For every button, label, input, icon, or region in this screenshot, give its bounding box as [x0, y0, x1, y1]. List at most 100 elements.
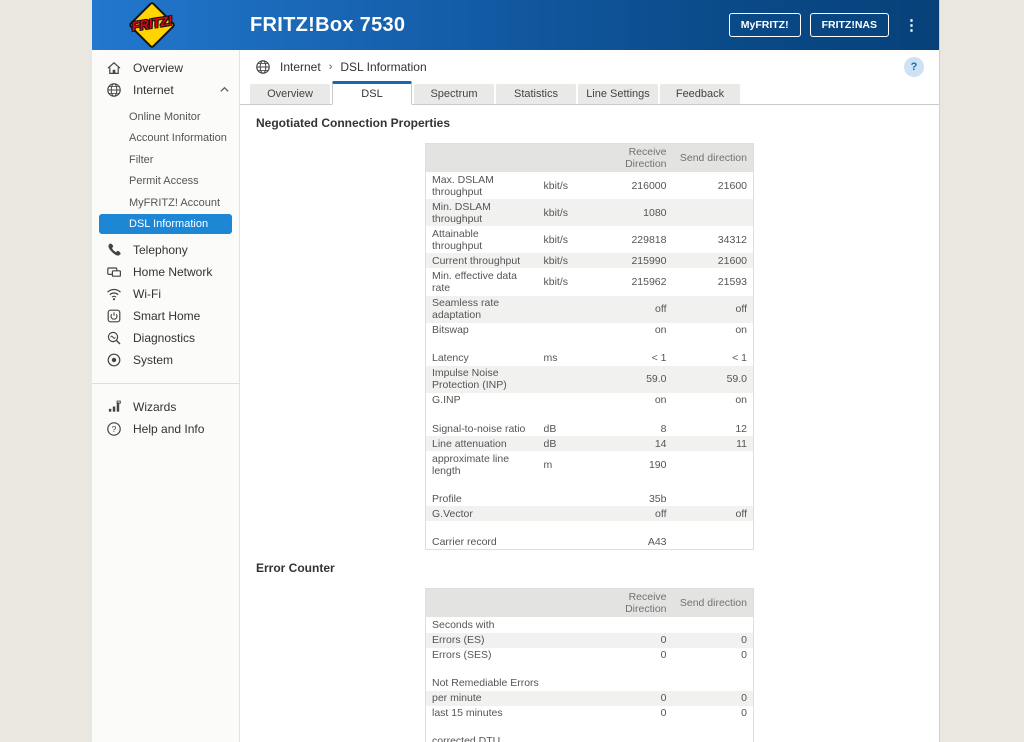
wizards-icon	[106, 399, 122, 415]
sidebar-subitem-permit-access[interactable]: Permit Access	[92, 171, 239, 193]
row-send-value: on	[735, 394, 747, 407]
globe-icon	[106, 82, 122, 98]
sidebar-item-wizards[interactable]: Wizards	[92, 396, 239, 418]
home-icon	[106, 60, 122, 76]
sidebar-subitem-myfritz-account[interactable]: MyFRITZ! Account	[92, 192, 239, 214]
row-unit	[538, 491, 601, 506]
main-content: Internet › DSL Information ? Overview DSL…	[240, 50, 939, 742]
sidebar-item-wi-fi[interactable]: Wi-Fi	[92, 283, 239, 305]
table-row: Signal-to-noise ratio dB 8 12	[426, 421, 754, 436]
row-label: Current throughput	[432, 254, 521, 267]
table-row: corrected DTU	[426, 734, 754, 742]
help-button[interactable]: ?	[904, 56, 924, 77]
row-receive-value: 35b	[648, 492, 667, 505]
row-receive-value: 216000	[631, 179, 667, 192]
sidebar-divider	[92, 382, 239, 384]
tab-overview[interactable]: Overview	[250, 84, 330, 104]
row-label: approximate line length	[432, 452, 510, 477]
row-group-label: Seconds with	[432, 618, 495, 631]
row-send-value: 0	[741, 634, 747, 646]
sidebar-item-label: Help and Info	[133, 421, 205, 436]
row-receive-value: 0	[660, 707, 667, 720]
table-row: per minute 0 0	[425, 690, 754, 706]
table-row: Errors (SES) 0 0	[426, 648, 754, 663]
row-label: Profile	[432, 492, 462, 505]
table-spacer-row	[426, 721, 754, 734]
table-row: Current throughput kbit/s 215990 21600	[425, 253, 754, 269]
column-header-empty	[425, 143, 538, 172]
connection-properties-table: Receive Direction Send direction Max. DSLA…	[425, 143, 754, 551]
row-receive-value: A43	[647, 535, 667, 548]
breadcrumb-item-internet[interactable]: Internet	[280, 60, 321, 74]
row-unit: ms	[543, 352, 558, 365]
row-send-value: 59.0	[726, 373, 747, 386]
help-circle-icon: ?	[106, 421, 122, 437]
column-header-empty	[537, 143, 601, 172]
row-unit	[538, 323, 601, 338]
row-send-value: off	[735, 507, 747, 520]
sidebar-item-overview[interactable]: Overview	[92, 57, 239, 79]
sidebar-subitem-account-information[interactable]: Account Information	[92, 128, 239, 150]
sidebar-item-internet[interactable]: Internet	[92, 79, 239, 101]
kebab-menu-icon[interactable]: ⋮	[898, 18, 923, 33]
row-unit	[538, 506, 601, 521]
tab-feedback[interactable]: Feedback	[660, 84, 740, 104]
row-send-value: 21600	[717, 179, 747, 192]
header-actions: MyFRITZ! FRITZ!NAS ⋮	[728, 13, 939, 37]
table-row: Min. effective data rate kbit/s 215962 2159…	[426, 268, 754, 295]
row-label: G.Vector	[432, 507, 473, 520]
row-group-label: corrected DTU	[432, 735, 501, 742]
row-unit: kbit/s	[543, 254, 569, 267]
row-label: Signal-to-noise ratio	[432, 422, 526, 435]
sidebar-item-label: Internet	[133, 83, 174, 97]
row-send-value	[673, 451, 754, 478]
row-send-value	[673, 491, 754, 506]
column-header-receive-direction: Receive Direction	[600, 143, 673, 172]
sidebar-subitem-dsl-information[interactable]: DSL Information	[99, 213, 232, 234]
row-label: Attainable throughput	[432, 227, 483, 252]
sidebar-item-smart-home[interactable]: Smart Home	[92, 305, 239, 327]
sidebar-item-help-and-info[interactable]: ? Help and Info	[92, 418, 239, 440]
myfritz-button[interactable]: MyFRITZ!	[728, 13, 801, 37]
sidebar-subitem-online-monitor[interactable]: Online Monitor	[92, 106, 239, 128]
tab-dsl[interactable]: DSL	[332, 81, 412, 105]
sidebar-subitem-filter[interactable]: Filter	[92, 149, 239, 171]
row-label: Min. DSLAM throughput	[432, 200, 491, 225]
row-receive-value: 229818	[631, 233, 667, 246]
row-send-value: 0	[741, 707, 747, 720]
tab-line-settings[interactable]: Line Settings	[578, 84, 658, 104]
column-header-send-direction: Send direction	[672, 588, 754, 618]
table-row: Carrier record A43	[426, 534, 754, 550]
fritznas-button[interactable]: FRITZ!NAS	[809, 13, 889, 37]
table-spacer-row	[426, 338, 754, 351]
fritz-logo: FRITZ!	[127, 0, 177, 50]
row-receive-value: 8	[660, 422, 667, 435]
row-label: Impulse Noise Protection (INP)	[432, 367, 507, 392]
row-send-value: 0	[741, 692, 747, 705]
row-receive-value: on	[654, 394, 667, 407]
section-title-negotiated-connection-properties: Negotiated Connection Properties	[256, 116, 451, 130]
row-label: Errors (SES)	[432, 649, 492, 662]
row-receive-value: 0	[660, 649, 667, 662]
app-title: FRITZ!Box 7530	[250, 13, 406, 36]
row-send-value: 12	[735, 422, 747, 435]
row-label: Max. DSLAM throughput	[432, 173, 494, 198]
table-row: last 15 minutes 0 0	[426, 706, 754, 721]
sidebar-item-label: Wizards	[133, 399, 177, 414]
row-unit	[538, 706, 601, 721]
row-unit	[538, 691, 601, 706]
sidebar-item-telephony[interactable]: Telephony	[92, 239, 239, 261]
sidebar-item-diagnostics[interactable]: Diagnostics	[92, 327, 239, 349]
row-label: Carrier record	[432, 535, 497, 548]
diagnostics-icon	[106, 330, 122, 346]
table-row: Min. DSLAM throughput kbit/s 1080	[425, 199, 754, 227]
sidebar-item-home-network[interactable]: Home Network	[92, 261, 239, 283]
sidebar-item-system[interactable]: System	[92, 349, 239, 371]
row-send-value: 21593	[717, 275, 747, 288]
fritzbox-app-window: FRITZ! FRITZ!Box 7530 MyFRITZ! FRITZ!NAS…	[92, 0, 940, 742]
tab-statistics[interactable]: Statistics	[496, 84, 576, 104]
tab-spectrum[interactable]: Spectrum	[414, 84, 494, 104]
row-unit: kbit/s	[543, 233, 569, 246]
row-send-value: on	[735, 324, 747, 337]
table-row: approximate line length m 190	[426, 451, 754, 478]
